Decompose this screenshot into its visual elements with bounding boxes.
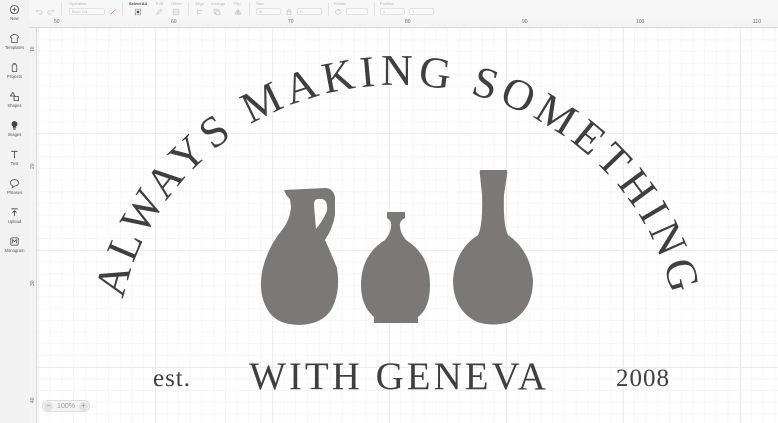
zoom-in-button[interactable]: + xyxy=(79,401,88,411)
jug-vase[interactable] xyxy=(260,188,339,325)
zoom-control: − 100% + xyxy=(42,400,90,412)
year-text[interactable]: 2008 xyxy=(616,365,670,392)
zoom-level: 100% xyxy=(57,402,75,410)
est-text[interactable]: est. xyxy=(153,365,191,392)
round-vase[interactable] xyxy=(361,212,430,323)
design-artwork[interactable]: ALWAYS MAKING SOMETHING est. WITH GENEVA… xyxy=(0,0,778,423)
zoom-out-button[interactable]: − xyxy=(44,401,53,411)
main-text[interactable]: WITH GENEVA xyxy=(249,355,549,398)
vase-group[interactable] xyxy=(260,170,533,325)
bottle-vase[interactable] xyxy=(453,170,533,325)
